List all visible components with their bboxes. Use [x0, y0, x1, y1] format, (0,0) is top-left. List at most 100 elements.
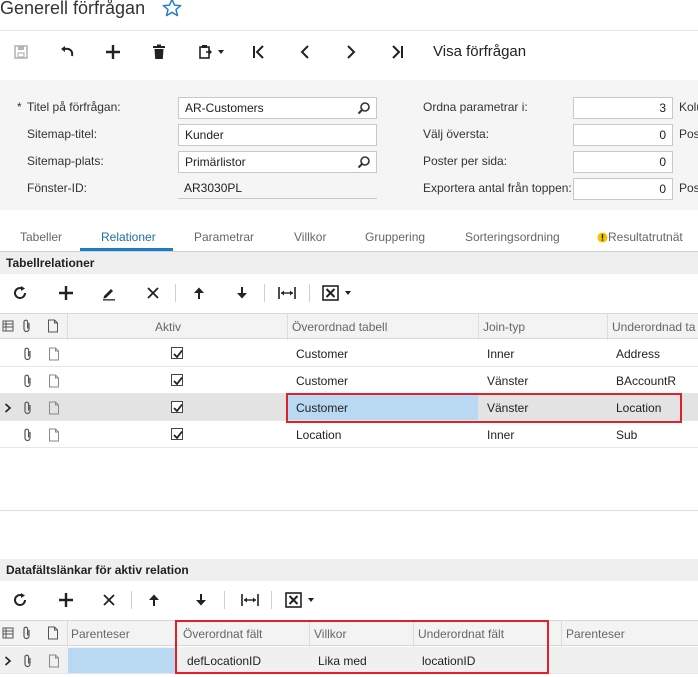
arrange-params-suffix: Kolu [679, 100, 698, 114]
child-table-cell[interactable]: BAccountR [616, 374, 676, 388]
column-active[interactable]: Aktiv [155, 320, 181, 334]
required-marker: * [17, 100, 22, 114]
row-selector-icon[interactable] [2, 320, 14, 335]
join-type-cell[interactable]: Inner [487, 347, 514, 361]
field-links-header: Datafältslänkar för aktiv relation [0, 559, 698, 581]
join-type-cell[interactable]: Inner [487, 428, 514, 442]
tab-result-grid-label: Resultatrutnät [608, 230, 683, 244]
table-row[interactable]: Customer Vänster BAccountR [0, 367, 698, 394]
title-field-value: AR-Customers [185, 101, 264, 115]
export-top-field[interactable]: 0 [573, 178, 673, 200]
search-icon[interactable] [357, 101, 371, 118]
note-icon[interactable] [48, 374, 60, 391]
save-icon[interactable] [8, 40, 34, 64]
attachment-icon[interactable] [23, 374, 33, 391]
sitemap-title-field[interactable]: Kunder [178, 124, 377, 146]
rows-per-page-label: Poster per sida: [423, 154, 508, 168]
view-query-button[interactable]: Visa förfrågan [433, 43, 526, 60]
last-record-icon[interactable] [384, 40, 410, 64]
delete-row-icon[interactable] [141, 281, 165, 305]
parent-table-cell[interactable]: Customer [296, 374, 348, 388]
select-top-suffix: Pos [679, 127, 698, 141]
fit-columns-icon[interactable] [275, 281, 299, 305]
attachment-icon[interactable] [23, 654, 33, 671]
note-icon[interactable] [48, 654, 60, 671]
toolbar-separator [175, 284, 176, 302]
attachment-icon[interactable] [23, 347, 33, 364]
rows-per-page-field[interactable]: 0 [573, 151, 673, 173]
tab-grouping[interactable]: Gruppering [365, 230, 425, 244]
child-table-cell[interactable]: Sub [616, 428, 637, 442]
column-open-parenthesis[interactable]: Parenteser [71, 627, 130, 641]
warning-icon [597, 232, 608, 246]
title-field[interactable]: AR-Customers [178, 97, 377, 119]
tab-relations[interactable]: Relationer [101, 230, 156, 244]
table-row[interactable]: Location Inner Sub [0, 421, 698, 448]
parent-table-cell[interactable]: Location [296, 428, 341, 442]
parent-table-cell[interactable]: Customer [296, 347, 348, 361]
tab-parameters[interactable]: Parametrar [194, 230, 254, 244]
current-row-arrow-icon [4, 402, 12, 416]
move-down-icon[interactable] [189, 588, 213, 612]
delete-row-icon[interactable] [97, 588, 121, 612]
column-child-table[interactable]: Underordnad ta [612, 320, 695, 334]
select-top-field[interactable]: 0 [573, 124, 673, 146]
edit-icon[interactable] [97, 281, 121, 305]
fit-columns-icon[interactable] [238, 588, 262, 612]
active-checkbox[interactable] [171, 374, 183, 386]
column-join-type[interactable]: Join-typ [483, 320, 525, 334]
attachment-column-icon [22, 319, 32, 336]
move-up-icon[interactable] [142, 588, 166, 612]
export-excel-dropdown-icon[interactable] [320, 281, 356, 305]
arrange-params-field[interactable]: 3 [573, 97, 673, 119]
table-row[interactable]: Customer Inner Address [0, 340, 698, 367]
column-parent-table[interactable]: Överordnad tabell [292, 320, 387, 334]
refresh-icon[interactable] [8, 588, 32, 612]
refresh-icon[interactable] [8, 281, 32, 305]
screen-id-label: Fönster-ID: [27, 181, 88, 195]
note-icon[interactable] [48, 347, 60, 364]
highlight-annotation-relation [286, 393, 682, 423]
toolbar-separator [224, 591, 225, 609]
join-type-cell[interactable]: Vänster [487, 374, 528, 388]
note-icon[interactable] [48, 428, 60, 445]
note-column-icon [47, 319, 59, 336]
add-row-icon[interactable] [54, 281, 78, 305]
child-table-cell[interactable]: Address [616, 347, 660, 361]
delete-icon[interactable] [146, 40, 172, 64]
move-down-icon[interactable] [230, 281, 254, 305]
active-checkbox[interactable] [171, 347, 183, 359]
title-label: Titel på förfrågan: [27, 100, 121, 114]
page-title: Generell förfrågan [0, 0, 146, 18]
move-up-icon[interactable] [187, 281, 211, 305]
tab-sort-order[interactable]: Sorteringsordning [465, 230, 560, 244]
active-checkbox[interactable] [171, 401, 183, 413]
active-checkbox[interactable] [171, 428, 183, 440]
relations-grid-header: Aktiv Överordnad tabell Join-typ Underor… [0, 313, 698, 340]
add-row-icon[interactable] [54, 588, 78, 612]
attachment-icon[interactable] [23, 401, 33, 418]
first-record-icon[interactable] [246, 40, 272, 64]
active-tab-indicator [80, 248, 173, 251]
add-icon[interactable] [100, 40, 126, 64]
note-column-icon [47, 626, 59, 643]
column-close-parenthesis[interactable]: Parenteser [566, 627, 625, 641]
arrange-params-label: Ordna parametrar i: [423, 100, 528, 114]
tab-tables[interactable]: Tabeller [20, 230, 62, 244]
current-row-arrow-icon [4, 655, 12, 669]
export-top-suffix: Pos [679, 181, 698, 195]
next-record-icon[interactable] [338, 40, 364, 64]
previous-record-icon[interactable] [292, 40, 318, 64]
export-excel-dropdown-icon[interactable] [283, 588, 319, 612]
row-selector-icon[interactable] [2, 627, 14, 642]
note-icon[interactable] [48, 401, 60, 418]
tab-conditions[interactable]: Villkor [294, 230, 326, 244]
attachment-icon[interactable] [23, 428, 33, 445]
undo-icon[interactable] [54, 40, 80, 64]
sitemap-location-field[interactable]: Primärlistor [178, 151, 377, 173]
tab-result-grid[interactable]: Resultatrutnät [597, 230, 683, 246]
search-icon[interactable] [357, 155, 371, 172]
favorite-star-icon[interactable] [162, 0, 182, 21]
copy-paste-dropdown-icon[interactable] [194, 40, 230, 64]
toolbar-separator [264, 284, 265, 302]
